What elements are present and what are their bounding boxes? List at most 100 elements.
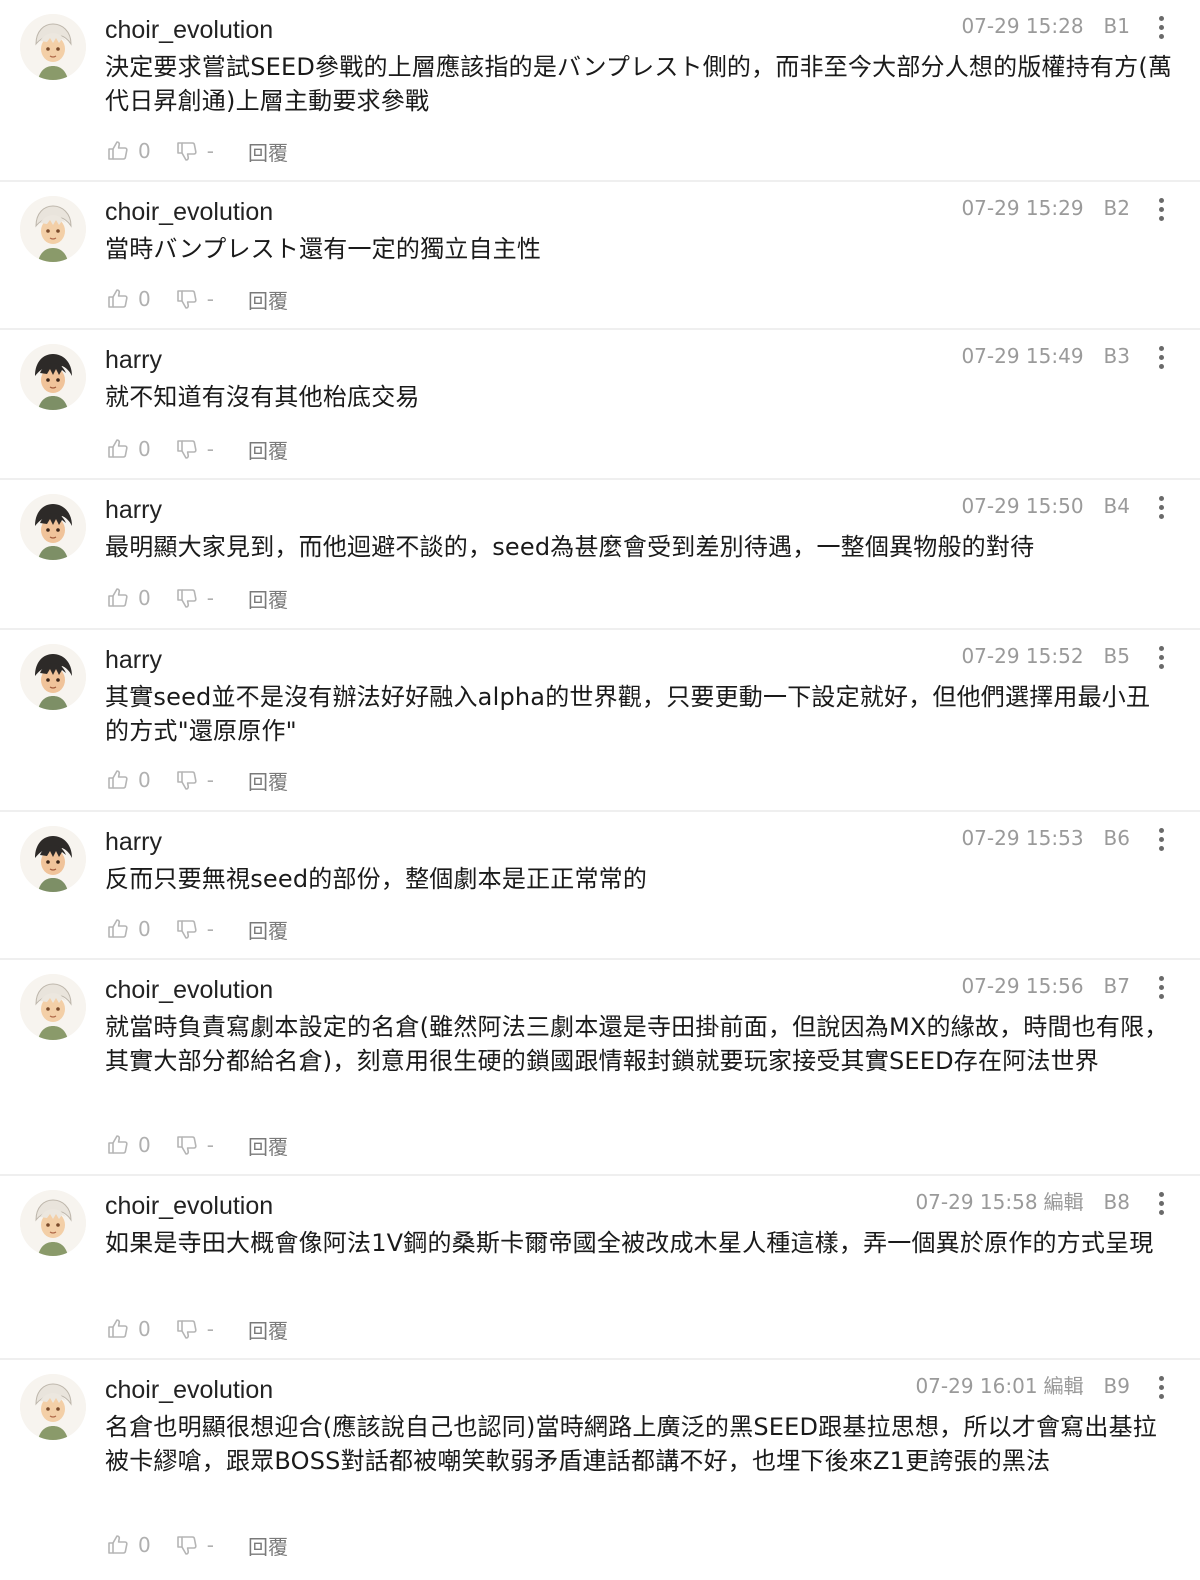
avatar[interactable] bbox=[20, 1374, 86, 1440]
username[interactable]: choir_evolution bbox=[105, 196, 273, 228]
thumbs-down-icon bbox=[175, 586, 199, 610]
more-vertical-icon[interactable] bbox=[1156, 1376, 1166, 1402]
comment-text: 最明顯大家見到，而他迴避不談的，seed為甚麼會受到差別待遇，一整個異物般的對待 bbox=[105, 533, 1035, 561]
more-vertical-icon[interactable] bbox=[1156, 496, 1166, 522]
reply-button[interactable]: 回覆 bbox=[248, 1315, 288, 1344]
more-vertical-icon[interactable] bbox=[1156, 828, 1166, 854]
reply-button[interactable]: 回覆 bbox=[248, 584, 288, 613]
comment-text: 如果是寺田大概會像阿法1V鋼的桑斯卡爾帝國全被改成木星人種這樣，弄一個異於原作的… bbox=[105, 1229, 1154, 1257]
like-count: 0 bbox=[138, 437, 151, 461]
floor-number: B8 bbox=[1103, 1190, 1130, 1214]
comment-text: 就當時負責寫劇本設定的名倉(雖然阿法三劇本還是寺田掛前面，但說因為MX的緣故，時… bbox=[105, 1013, 1169, 1075]
floor-number: B4 bbox=[1103, 494, 1130, 518]
dislike-button[interactable]: - bbox=[175, 586, 214, 610]
like-button[interactable]: 0 bbox=[106, 768, 151, 792]
like-count: 0 bbox=[138, 917, 151, 941]
avatar[interactable] bbox=[20, 344, 86, 410]
comment-item: choir_evolution 07-29 15:28 B1 決定要求嘗試SEED… bbox=[0, 0, 1200, 182]
comment-meta: 07-29 15:49 B3 bbox=[961, 342, 1130, 370]
more-vertical-icon[interactable] bbox=[1156, 346, 1166, 372]
comment-item: choir_evolution 07-29 16:01 編輯 B9 名倉也明顯很想迎… bbox=[0, 1360, 1200, 1580]
more-vertical-icon[interactable] bbox=[1156, 198, 1166, 224]
like-count: 0 bbox=[138, 1533, 151, 1557]
avatar[interactable] bbox=[20, 494, 86, 560]
comment-text: 當時バンプレスト還有一定的獨立自主性 bbox=[105, 235, 542, 263]
dislike-button[interactable]: - bbox=[175, 1133, 214, 1157]
avatar[interactable] bbox=[20, 826, 86, 892]
like-button[interactable]: 0 bbox=[106, 437, 151, 461]
thumbs-up-icon bbox=[106, 768, 130, 792]
thumbs-down-icon bbox=[175, 1533, 199, 1557]
username[interactable]: harry bbox=[105, 826, 162, 858]
comment-meta: 07-29 16:01 編輯 B9 bbox=[915, 1372, 1130, 1400]
reply-button[interactable]: 回覆 bbox=[248, 915, 288, 944]
reply-button[interactable]: 回覆 bbox=[248, 435, 288, 464]
dislike-button[interactable]: - bbox=[175, 1317, 214, 1341]
comment-item: harry 07-29 15:52 B5 其實seed並不是沒有辦法好好融入alp… bbox=[0, 630, 1200, 812]
comment-meta: 07-29 15:29 B2 bbox=[961, 194, 1130, 222]
dislike-button[interactable]: - bbox=[175, 139, 214, 163]
timestamp: 07-29 15:50 bbox=[961, 494, 1084, 518]
reply-button[interactable]: 回覆 bbox=[248, 285, 288, 314]
comment-meta: 07-29 15:53 B6 bbox=[961, 824, 1130, 852]
username[interactable]: choir_evolution bbox=[105, 14, 273, 46]
reply-button[interactable]: 回覆 bbox=[248, 1131, 288, 1160]
floor-number: B3 bbox=[1103, 344, 1130, 368]
dislike-button[interactable]: - bbox=[175, 768, 214, 792]
more-vertical-icon[interactable] bbox=[1156, 646, 1166, 672]
avatar[interactable] bbox=[20, 1190, 86, 1256]
comment-actions: 0 - 回覆 bbox=[106, 583, 288, 613]
timestamp: 07-29 15:58 bbox=[915, 1190, 1038, 1214]
comment-text: 名倉也明顯很想迎合(應該說自己也認同)當時網路上廣泛的黑SEED跟基拉思想，所以… bbox=[105, 1413, 1157, 1475]
comment-text: 就不知道有沒有其他枱底交易 bbox=[105, 383, 420, 411]
like-button[interactable]: 0 bbox=[106, 1133, 151, 1157]
username[interactable]: harry bbox=[105, 344, 162, 376]
more-vertical-icon[interactable] bbox=[1156, 976, 1166, 1002]
edited-label: 編輯 bbox=[1043, 1374, 1084, 1398]
like-button[interactable]: 0 bbox=[106, 1317, 151, 1341]
dislike-button[interactable]: - bbox=[175, 287, 214, 311]
avatar[interactable] bbox=[20, 14, 86, 80]
thumbs-down-icon bbox=[175, 287, 199, 311]
like-button[interactable]: 0 bbox=[106, 1533, 151, 1557]
thumbs-up-icon bbox=[106, 1317, 130, 1341]
like-count: 0 bbox=[138, 586, 151, 610]
username[interactable]: harry bbox=[105, 494, 162, 526]
username[interactable]: harry bbox=[105, 644, 162, 676]
floor-number: B1 bbox=[1103, 14, 1130, 38]
dislike-button[interactable]: - bbox=[175, 917, 214, 941]
thumbs-down-icon bbox=[175, 768, 199, 792]
thumbs-down-icon bbox=[175, 1133, 199, 1157]
comment-text: 其實seed並不是沒有辦法好好融入alpha的世界觀，只要更動一下設定就好，但他… bbox=[105, 683, 1151, 745]
comment-actions: 0 - 回覆 bbox=[106, 1314, 288, 1344]
dislike-count: - bbox=[206, 768, 214, 792]
like-button[interactable]: 0 bbox=[106, 586, 151, 610]
reply-button[interactable]: 回覆 bbox=[248, 1531, 288, 1560]
username[interactable]: choir_evolution bbox=[105, 1190, 273, 1222]
dislike-button[interactable]: - bbox=[175, 437, 214, 461]
more-vertical-icon[interactable] bbox=[1156, 16, 1166, 42]
avatar[interactable] bbox=[20, 644, 86, 710]
thumbs-down-icon bbox=[175, 917, 199, 941]
comment-item: harry 07-29 15:49 B3 就不知道有沒有其他枱底交易 0 - 回… bbox=[0, 330, 1200, 480]
avatar[interactable] bbox=[20, 196, 86, 262]
edited-label: 編輯 bbox=[1043, 1190, 1084, 1214]
like-count: 0 bbox=[138, 139, 151, 163]
more-vertical-icon[interactable] bbox=[1156, 1192, 1166, 1218]
like-button[interactable]: 0 bbox=[106, 287, 151, 311]
comment-actions: 0 - 回覆 bbox=[106, 136, 288, 166]
comment-item: choir_evolution 07-29 15:56 B7 就當時負責寫劇本設定… bbox=[0, 960, 1200, 1176]
comment-item: harry 07-29 15:50 B4 最明顯大家見到，而他迴避不談的，seed… bbox=[0, 480, 1200, 630]
reply-button[interactable]: 回覆 bbox=[248, 137, 288, 166]
like-count: 0 bbox=[138, 1133, 151, 1157]
like-count: 0 bbox=[138, 768, 151, 792]
dislike-button[interactable]: - bbox=[175, 1533, 214, 1557]
avatar[interactable] bbox=[20, 974, 86, 1040]
reply-button[interactable]: 回覆 bbox=[248, 766, 288, 795]
comment-text: 反而只要無視seed的部份，整個劇本是正正常常的 bbox=[105, 865, 648, 893]
dislike-count: - bbox=[206, 586, 214, 610]
username[interactable]: choir_evolution bbox=[105, 1374, 273, 1406]
username[interactable]: choir_evolution bbox=[105, 974, 273, 1006]
like-button[interactable]: 0 bbox=[106, 917, 151, 941]
like-button[interactable]: 0 bbox=[106, 139, 151, 163]
